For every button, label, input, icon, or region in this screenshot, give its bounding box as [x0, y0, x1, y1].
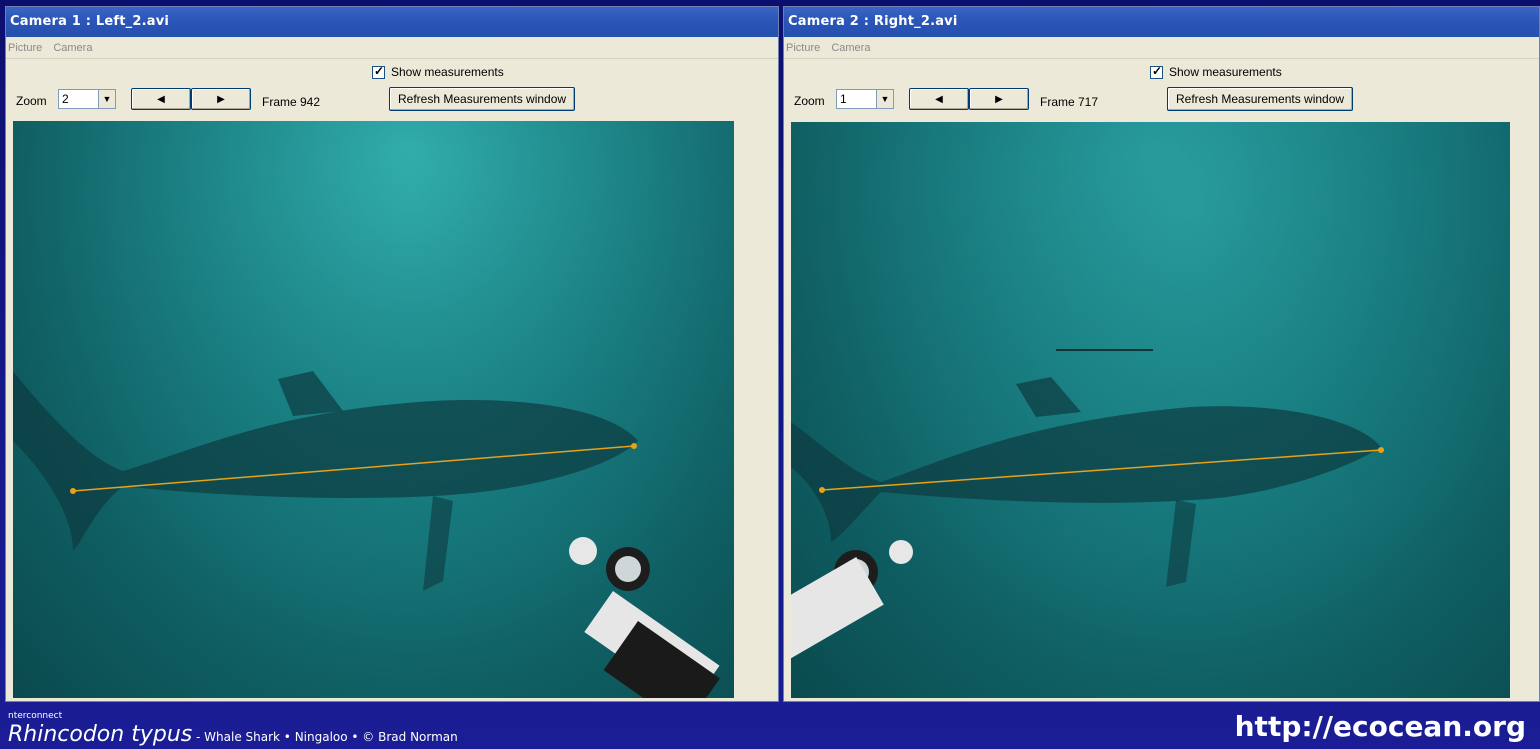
measurement-point-end[interactable] — [1378, 447, 1384, 453]
prev-frame-button[interactable]: ◀ — [909, 88, 969, 110]
camera1-menubar: Picture Camera — [6, 37, 778, 59]
refresh-measurements-button[interactable]: Refresh Measurements window — [1167, 87, 1354, 111]
next-frame-button[interactable]: ▶ — [969, 88, 1029, 110]
zoom-value: 2 — [62, 92, 69, 106]
camera1-video-scene — [13, 121, 734, 698]
triangle-right-icon: ▶ — [217, 93, 225, 105]
frame-label: Frame 942 — [262, 95, 321, 109]
menu-picture[interactable]: Picture — [8, 42, 42, 54]
camera2-video[interactable] — [791, 122, 1510, 698]
triangle-left-icon: ◀ — [157, 93, 165, 105]
zoom-select[interactable]: 1 ▼ — [836, 89, 894, 109]
show-measurements-checkbox[interactable] — [372, 64, 385, 79]
show-measurements-checkbox[interactable] — [1150, 64, 1163, 79]
footer-small-text: nterconnect — [8, 711, 63, 721]
footer-caption: Rhincodon typus - Whale Shark • Ningaloo… — [8, 722, 458, 749]
triangle-right-icon: ▶ — [995, 93, 1003, 105]
camera2-video-scene — [791, 122, 1510, 698]
frame-label: Frame 717 — [1040, 95, 1099, 109]
measurement-point-start[interactable] — [70, 488, 76, 494]
camera1-titlebar[interactable]: Camera 1 : Left_2.avi — [6, 7, 778, 37]
show-measurements-row[interactable]: Show measurements — [372, 64, 504, 79]
camera2-toolbar: Show measurements Zoom 1 ▼ ◀ ▶ Frame 717… — [784, 59, 1539, 117]
chevron-down-icon[interactable]: ▼ — [876, 90, 893, 108]
show-measurements-row[interactable]: Show measurements — [1150, 64, 1282, 79]
camera2-menubar: Picture Camera — [784, 37, 1539, 59]
show-measurements-label: Show measurements — [1169, 65, 1282, 79]
menu-camera[interactable]: Camera — [53, 42, 92, 54]
species-name: Rhincodon typus — [8, 722, 193, 747]
zoom-label: Zoom — [794, 94, 825, 108]
footer-url[interactable]: http://ecocean.org — [1235, 710, 1526, 743]
camera2-window: Camera 2 : Right_2.avi Picture Camera Sh… — [783, 6, 1540, 702]
menu-camera[interactable]: Camera — [831, 42, 870, 54]
zoom-value: 1 — [840, 92, 847, 106]
refresh-measurements-button[interactable]: Refresh Measurements window — [389, 87, 576, 111]
zoom-label: Zoom — [16, 94, 47, 108]
measurement-point-end[interactable] — [631, 443, 637, 449]
triangle-left-icon: ◀ — [935, 93, 943, 105]
camera1-toolbar: Show measurements Zoom 2 ▼ ◀ ▶ Frame 942… — [6, 59, 778, 117]
next-frame-button[interactable]: ▶ — [191, 88, 251, 110]
prev-frame-button[interactable]: ◀ — [131, 88, 191, 110]
camera1-window: Camera 1 : Left_2.avi Picture Camera Sho… — [5, 6, 779, 702]
caption-sub: - Whale Shark • Ningaloo • © Brad Norman — [192, 730, 458, 744]
zoom-select[interactable]: 2 ▼ — [58, 89, 116, 109]
footer-caption-block: nterconnect Rhincodon typus - Whale Shar… — [8, 711, 458, 749]
camera1-video[interactable] — [13, 121, 734, 698]
show-measurements-label: Show measurements — [391, 65, 504, 79]
menu-picture[interactable]: Picture — [786, 42, 820, 54]
camera2-titlebar[interactable]: Camera 2 : Right_2.avi — [784, 7, 1539, 37]
measurement-point-start[interactable] — [819, 487, 825, 493]
chevron-down-icon[interactable]: ▼ — [98, 90, 115, 108]
